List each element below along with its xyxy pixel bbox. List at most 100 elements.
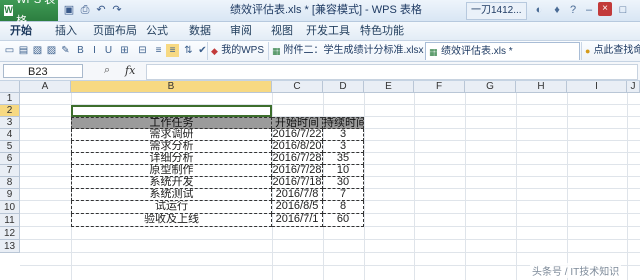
table-cell-task[interactable]: 详细分析 xyxy=(71,153,272,165)
column-header-h[interactable]: H xyxy=(516,81,567,93)
row-header-5[interactable]: 5 xyxy=(0,141,20,153)
user-account[interactable]: 一刀1412... xyxy=(466,2,527,20)
redo-icon[interactable]: ↷ xyxy=(110,3,124,17)
row-header-9[interactable]: 9 xyxy=(0,189,20,201)
save-icon[interactable]: ▣ xyxy=(62,3,76,17)
menu-formulas[interactable]: 公式 xyxy=(146,22,168,40)
row-header-1[interactable]: 1 xyxy=(0,93,20,105)
table-cell-duration[interactable]: 8 xyxy=(323,201,364,214)
table-cell-duration[interactable]: 10 xyxy=(323,165,364,177)
bold-icon[interactable]: B xyxy=(74,44,87,57)
merge-icon[interactable]: ⊟ xyxy=(136,44,149,57)
column-header-i[interactable]: I xyxy=(567,81,627,93)
column-header-j[interactable]: J xyxy=(627,81,640,93)
help-icon[interactable]: ? xyxy=(566,3,580,17)
column-header-b[interactable]: B xyxy=(71,81,272,93)
formula-bar: B23 ⌕ fx xyxy=(0,62,640,81)
restore-icon[interactable]: □ xyxy=(616,3,630,17)
table-cell-duration[interactable]: 60 xyxy=(323,214,364,227)
row-header-10[interactable]: 10 xyxy=(0,201,20,214)
minimize-icon[interactable]: – xyxy=(582,3,596,17)
column-header-c[interactable]: C xyxy=(272,81,323,93)
table-cell-duration[interactable]: 30 xyxy=(323,177,364,189)
menu-special-features[interactable]: 特色功能 xyxy=(360,22,404,40)
title-bar: W WPS 表格 ▣ ⎙ ↶ ↷ 绩效评估表.xls * [兼容模式] - WP… xyxy=(0,0,640,27)
spreadsheet-grid[interactable]: A B C D E F G H I J 1 2 3 4 5 6 7 8 9 10… xyxy=(0,81,640,280)
table-cell-duration[interactable]: 3 xyxy=(323,129,364,141)
select-all-corner[interactable] xyxy=(0,81,20,93)
open-file-icon[interactable]: ▤ xyxy=(17,44,30,57)
print-icon[interactable]: ⎙ xyxy=(78,3,92,17)
wps-home-icon: ◆ xyxy=(211,46,218,56)
menu-insert[interactable]: 插入 xyxy=(55,22,77,40)
row-header-6[interactable]: 6 xyxy=(0,153,20,165)
wps-logo-icon: W xyxy=(4,5,14,16)
table-cell-date[interactable]: 2016/7/8 xyxy=(272,189,323,201)
close-button[interactable]: × xyxy=(598,2,612,16)
shirt-icon[interactable]: ♦ xyxy=(550,3,564,17)
table-cell-date[interactable]: 2016/8/20 xyxy=(272,141,323,153)
column-header-g[interactable]: G xyxy=(465,81,516,93)
row-header-2[interactable]: 2 xyxy=(0,105,20,117)
row-header-11[interactable]: 11 xyxy=(0,214,20,227)
table-cell-date[interactable]: 2016/7/18 xyxy=(272,177,323,189)
table-cell-duration[interactable]: 35 xyxy=(323,153,364,165)
command-search[interactable]: ● 点此查找命令 xyxy=(581,42,640,60)
table-cell-task[interactable]: 系统开发 xyxy=(71,177,272,189)
menu-data[interactable]: 数据 xyxy=(189,22,211,40)
export-pdf-icon[interactable]: ▧ xyxy=(31,44,44,57)
column-header-d[interactable]: D xyxy=(323,81,364,93)
table-cell-date[interactable]: 2016/7/1 xyxy=(272,214,323,227)
zoom-icon[interactable]: ⌕ xyxy=(104,64,110,77)
row-header-4[interactable]: 4 xyxy=(0,129,20,141)
table-header-start-date[interactable]: 开始时间 xyxy=(272,117,323,129)
sort-icon[interactable]: ⇅ xyxy=(182,44,195,57)
align-center-icon[interactable]: ≡ xyxy=(166,44,179,57)
italic-icon[interactable]: I xyxy=(88,44,101,57)
row-header-12[interactable]: 12 xyxy=(0,227,20,240)
new-file-icon[interactable]: ▭ xyxy=(3,44,16,57)
app-menu-button[interactable]: W WPS 表格 xyxy=(0,0,58,27)
formula-input[interactable] xyxy=(146,64,638,80)
format-painter-icon[interactable]: ✎ xyxy=(59,44,72,57)
table-header-duration[interactable]: 持续时间 xyxy=(323,117,364,129)
column-header-a[interactable]: A xyxy=(20,81,71,93)
table-cell-task[interactable]: 系统测试 xyxy=(71,189,272,201)
table-cell-task[interactable]: 验收及上线 xyxy=(71,214,272,227)
table-cell-date[interactable]: 2016/7/22 xyxy=(272,129,323,141)
table-cell-task[interactable]: 需求分析 xyxy=(71,141,272,153)
doc-tab-my-wps[interactable]: ◆ 我的WPS xyxy=(207,42,267,60)
table-cell-duration[interactable]: 7 xyxy=(323,189,364,201)
menu-home[interactable]: 开始 xyxy=(10,22,32,40)
doc-tab-attachment[interactable]: ▦ 附件二：学生成绩计分标准.xlsx xyxy=(268,42,424,60)
table-cell-task[interactable]: 试运行 xyxy=(71,201,272,214)
print-preview-icon[interactable]: ▨ xyxy=(45,44,58,57)
table-header-task[interactable]: 工作任务 xyxy=(71,117,272,129)
align-left-icon[interactable]: ≡ xyxy=(152,44,165,57)
menu-page-layout[interactable]: 页面布局 xyxy=(93,22,137,40)
underline-icon[interactable]: U xyxy=(102,44,115,57)
row-header-7[interactable]: 7 xyxy=(0,165,20,177)
table-cell-duration[interactable]: 3 xyxy=(323,141,364,153)
doc-tab-performance[interactable]: ▦ 绩效评估表.xls * xyxy=(425,42,580,60)
fx-button[interactable]: fx xyxy=(125,64,135,77)
table-cell-task[interactable]: 原型制作 xyxy=(71,165,272,177)
spreadsheet-icon: ▦ xyxy=(272,46,281,56)
column-header-f[interactable]: F xyxy=(414,81,465,93)
table-cell-task[interactable]: 需求调研 xyxy=(71,129,272,141)
row-header-8[interactable]: 8 xyxy=(0,177,20,189)
border-icon[interactable]: ⊞ xyxy=(118,44,131,57)
name-box[interactable]: B23 xyxy=(3,64,83,78)
row-header-13[interactable]: 13 xyxy=(0,240,20,253)
menu-developer[interactable]: 开发工具 xyxy=(306,22,350,40)
table-cell-date[interactable]: 2016/8/5 xyxy=(272,201,323,214)
table-cell-date[interactable]: 2016/7/28 xyxy=(272,165,323,177)
skin-icon[interactable]: ◐ xyxy=(532,3,546,17)
menu-view[interactable]: 视图 xyxy=(271,22,293,40)
column-header-e[interactable]: E xyxy=(364,81,414,93)
table-cell-date[interactable]: 2016/7/28 xyxy=(272,153,323,165)
row-header-3[interactable]: 3 xyxy=(0,117,20,129)
undo-icon[interactable]: ↶ xyxy=(94,3,108,17)
toolbar: ▭ ▤ ▧ ▨ ✎ B I U ⊞ ⊟ ≡ ≡ ⇅ ✔ ◆ 我的WPS ▦ 附件… xyxy=(0,41,640,62)
menu-review[interactable]: 审阅 xyxy=(230,22,252,40)
